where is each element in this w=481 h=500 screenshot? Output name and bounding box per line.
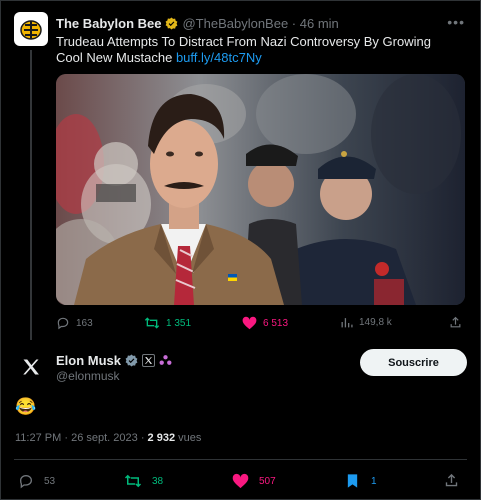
main-like-count: 507	[259, 475, 276, 487]
babylon-bee-avatar[interactable]	[14, 12, 48, 46]
main-reply-count: 53	[44, 475, 56, 487]
bookmark-icon	[347, 474, 358, 488]
views-count: 149,8 k	[359, 317, 392, 328]
bee-logo-icon	[20, 20, 42, 40]
main-author-handle[interactable]: @elonmusk	[56, 369, 120, 383]
main-reply-action[interactable]: 53	[18, 473, 55, 489]
repost-icon	[124, 474, 142, 488]
elon-musk-avatar[interactable]	[14, 350, 48, 384]
like-action[interactable]: 6 513	[242, 316, 288, 330]
tweet-meta: 11:27 PM · 26 sept. 2023 · 2 932 vues	[15, 432, 201, 444]
quoted-author-name[interactable]: The Babylon Bee	[56, 16, 161, 31]
tweet-time[interactable]: 11:27 PM	[15, 432, 61, 444]
share-icon	[445, 473, 458, 487]
dot-separator: ·	[288, 15, 300, 31]
quoted-action-bar: 163 1 351 6 513 149,8 k	[56, 316, 465, 332]
more-icon[interactable]: •••	[447, 14, 465, 30]
tweet-body: 😂	[15, 397, 37, 416]
main-repost-count: 38	[152, 475, 164, 487]
verified-icon	[125, 354, 138, 366]
like-icon	[242, 316, 257, 330]
quoted-header: The Babylon Bee @TheBabylonBee · 46 min	[56, 14, 467, 32]
x-logo-icon	[23, 359, 39, 375]
main-repost-action[interactable]: 38	[124, 473, 163, 489]
views-icon	[341, 318, 353, 328]
main-action-bar: 53 38 507 1	[14, 470, 467, 490]
reply-icon	[57, 317, 69, 330]
reply-icon	[19, 474, 33, 489]
like-icon	[232, 473, 249, 489]
quoted-text: Trudeau Attempts To Distract From Nazi C…	[56, 34, 461, 66]
people-badge-icon	[159, 354, 172, 365]
verified-gold-icon	[165, 17, 178, 30]
reply-count: 163	[76, 317, 93, 329]
dot-separator: ·	[140, 432, 148, 444]
repost-action[interactable]: 1 351	[144, 316, 191, 330]
main-share-action[interactable]	[444, 473, 459, 488]
tweet-date[interactable]: 26 sept. 2023	[71, 432, 138, 444]
repost-icon	[144, 317, 160, 329]
views-action[interactable]: 149,8 k	[340, 316, 392, 329]
x-affiliate-icon[interactable]	[142, 353, 156, 367]
share-icon	[450, 316, 461, 328]
quoted-timestamp[interactable]: 46 min	[300, 16, 339, 31]
thread-line	[30, 50, 32, 340]
like-count: 6 513	[263, 317, 289, 329]
quoted-link[interactable]: buff.ly/48tc7Ny	[176, 50, 262, 65]
main-author-row: Elon Musk	[56, 352, 172, 368]
quoted-author-handle[interactable]: @TheBabylonBee	[182, 16, 288, 31]
main-like-action[interactable]: 507	[232, 473, 276, 489]
bookmark-action[interactable]: 1	[346, 473, 377, 489]
reply-action[interactable]: 163	[56, 316, 93, 330]
bookmark-count: 1	[371, 475, 377, 487]
photo-illustration	[56, 74, 465, 305]
tweet-photo[interactable]	[56, 74, 465, 305]
tweet-views[interactable]: 2 932	[148, 432, 176, 444]
repost-count: 1 351	[166, 317, 192, 329]
views-label: vues	[178, 432, 202, 444]
subscribe-button[interactable]: Souscrire	[360, 349, 467, 376]
main-author-name[interactable]: Elon Musk	[56, 353, 121, 368]
divider	[14, 459, 467, 460]
share-action[interactable]	[449, 316, 462, 329]
